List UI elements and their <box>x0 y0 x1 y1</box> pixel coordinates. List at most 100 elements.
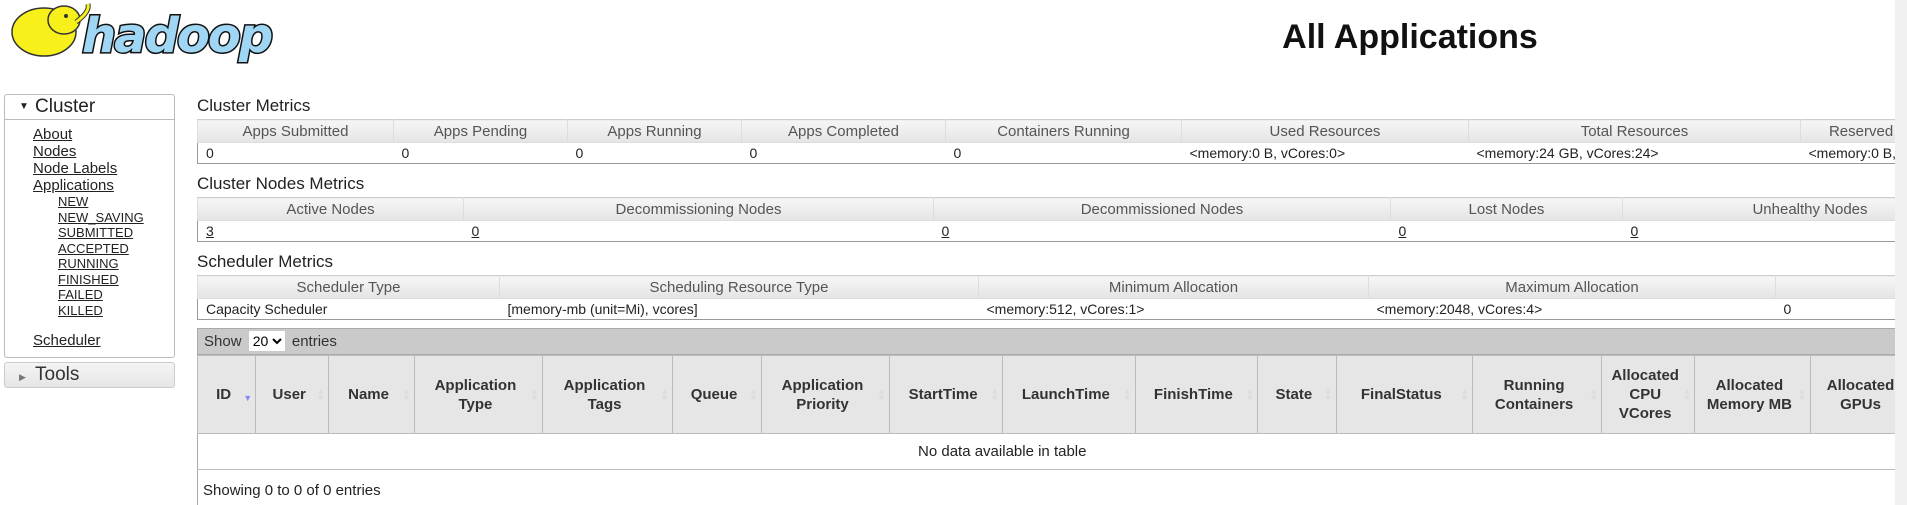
metric-value: 0 <box>463 220 934 242</box>
column-header: Maximum Allocation <box>1368 275 1776 299</box>
column-header: Apps Submitted <box>197 119 394 143</box>
metric-value: Capacity Scheduler <box>197 298 500 320</box>
column-label: ID <box>216 386 232 403</box>
metric-link[interactable]: 0 <box>1631 223 1639 239</box>
column-header-sortable[interactable]: Allocated CPU VCores ▲ ▼ <box>1601 355 1696 434</box>
link-new-saving[interactable]: NEW_SAVING <box>58 210 144 225</box>
column-header: Active Nodes <box>197 197 464 221</box>
metric-value: <memory:0 B, vCores:0> <box>1800 142 1895 164</box>
sort-icon: ▲ ▼ <box>530 386 539 403</box>
sort-icon: ▲ ▼ <box>660 386 670 403</box>
link-nodes[interactable]: Nodes <box>33 143 76 160</box>
link-scheduler[interactable]: Scheduler <box>33 332 101 349</box>
metric-link[interactable]: 0 <box>942 223 950 239</box>
tools-label: Tools <box>35 364 80 385</box>
metric-value: 0 <box>1622 220 1895 242</box>
column-label: Running Containers <box>1494 376 1574 413</box>
column-header-sortable[interactable]: FinishTime ▲ ▼ <box>1134 355 1259 434</box>
column-header: Minimum Allocation <box>978 275 1369 299</box>
column-header: Scheduling Resource Type <box>499 275 979 299</box>
tools-panel-toggle[interactable]: ▶ Tools <box>4 362 175 388</box>
column-header-sortable[interactable]: Application Priority ▲ ▼ <box>760 355 891 434</box>
sort-icon: ▲ ▼ <box>1797 386 1807 403</box>
metric-value: 0 <box>567 142 742 164</box>
column-header-sortable[interactable]: Queue ▲ ▼ <box>672 355 762 434</box>
page-title: All Applications <box>1282 18 1538 56</box>
column-header-sortable[interactable]: User ▲ ▼ <box>255 355 330 434</box>
metric-value: <memory:24 GB, vCores:24> <box>1468 142 1801 164</box>
column-label: Queue <box>690 386 738 403</box>
sort-icon: ▲ ▼ <box>877 386 887 403</box>
link-killed[interactable]: KILLED <box>58 303 103 318</box>
column-label: State <box>1275 386 1313 403</box>
cluster-panel: ▼ Cluster About Nodes Node Labels Applica… <box>4 94 175 358</box>
metric-value: 0 <box>197 142 394 164</box>
svg-text:hadoop: hadoop <box>82 8 272 64</box>
link-node-labels[interactable]: Node Labels <box>33 160 117 177</box>
column-label: Application Priority <box>781 376 864 413</box>
sort-icon: ▲ ▼ <box>1245 386 1255 403</box>
column-header-sortable[interactable]: Allocated GPUs▲▼ <box>1809 355 1895 434</box>
column-label: Allocated Memory MB <box>1706 376 1792 413</box>
table-info: Showing 0 to 0 of 0 entries <box>197 470 1895 505</box>
column-header-sortable[interactable]: Running Containers ▲ ▼ <box>1472 355 1603 434</box>
link-finished[interactable]: FINISHED <box>58 272 119 287</box>
metric-value: <memory:512, vCores:1> <box>978 298 1369 320</box>
link-submitted[interactable]: SUBMITTED <box>58 225 133 240</box>
column-label: Name <box>348 386 389 403</box>
column-header: Scheduler Type <box>197 275 500 299</box>
column-header-sortable[interactable]: State ▲ ▼ <box>1257 355 1337 434</box>
column-header: Lost Nodes <box>1390 197 1623 221</box>
column-header-sortable[interactable]: FinalStatus ▲ ▼ <box>1335 355 1474 434</box>
column-header-sortable[interactable]: StartTime ▲ ▼ <box>889 355 1004 434</box>
column-label: Allocated GPUs <box>1826 376 1895 413</box>
column-header: Total Resources <box>1468 119 1801 143</box>
metric-value: 0 <box>945 142 1182 164</box>
cluster-metrics-title: Cluster Metrics <box>197 96 311 115</box>
column-label: FinalStatus <box>1360 386 1442 403</box>
sort-icon: ▲ ▼ <box>1589 386 1599 403</box>
column-header: Apps Completed <box>741 119 946 143</box>
elephant-icon <box>11 3 91 57</box>
column-header-sortable[interactable]: ID ▼ <box>197 355 257 434</box>
column-label: Allocated CPU VCores <box>1611 367 1679 422</box>
main-content: Cluster Metrics Apps Submitted Apps Pendi… <box>197 94 1895 505</box>
metric-link[interactable]: 0 <box>1399 223 1407 239</box>
sort-icon: ▲ ▼ <box>1323 386 1333 403</box>
column-header-sortable[interactable]: LaunchTime ▲ ▼ <box>1002 355 1136 434</box>
column-header: Apps Pending <box>393 119 568 143</box>
link-running[interactable]: RUNNING <box>58 256 119 271</box>
link-applications[interactable]: Applications <box>33 177 114 194</box>
metric-value: 0 <box>1775 298 1895 320</box>
cluster-nodes-metrics-table: Active Nodes Decommissioning Nodes Decommi… <box>197 197 1895 242</box>
metric-value: 3 <box>197 220 464 242</box>
column-label: FinishTime <box>1153 386 1233 403</box>
column-label: StartTime <box>908 386 978 403</box>
column-header: Apps Running <box>567 119 742 143</box>
column-header-sortable[interactable]: Name ▲ ▼ <box>328 355 415 434</box>
metric-link[interactable]: 0 <box>472 223 480 239</box>
sidebar: ▼ Cluster About Nodes Node Labels Applica… <box>4 94 175 388</box>
cluster-panel-toggle[interactable]: ▼ Cluster <box>5 95 174 120</box>
link-new[interactable]: NEW <box>58 194 88 209</box>
column-header: Containers Running <box>945 119 1182 143</box>
column-header-sortable[interactable]: Application Tags ▲ ▼ <box>541 355 674 434</box>
vertical-scrollbar[interactable] <box>1895 0 1907 505</box>
metric-link[interactable]: 3 <box>206 223 214 239</box>
sort-icon: ▲ ▼ <box>1460 386 1470 403</box>
link-accepted[interactable]: ACCEPTED <box>58 241 129 256</box>
link-failed[interactable]: FAILED <box>58 287 103 302</box>
page-size-select[interactable]: 20 <box>248 331 285 351</box>
metric-value: [memory-mb (unit=Mi), vcores] <box>499 298 979 320</box>
metric-value: 0 <box>741 142 946 164</box>
caret-right-icon: ▶ <box>19 372 26 382</box>
column-header: Used Resources <box>1181 119 1469 143</box>
entries-label: entries <box>291 333 337 350</box>
sort-icon: ▲ ▼ <box>1682 386 1692 403</box>
column-label: Application Type <box>434 376 517 413</box>
column-header-sortable[interactable]: Application Type ▲ ▼ <box>413 355 543 434</box>
caret-down-icon: ▼ <box>19 101 29 112</box>
metric-value: 0 <box>933 220 1391 242</box>
link-about[interactable]: About <box>33 126 72 143</box>
column-header-sortable[interactable]: Allocated Memory MB ▲ ▼ <box>1694 355 1811 434</box>
